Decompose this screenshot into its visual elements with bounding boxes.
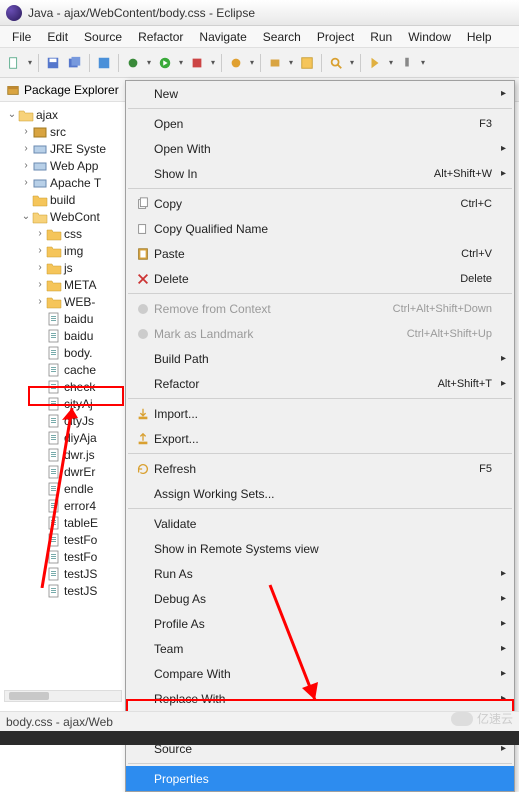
context-menu: New▸ OpenF3 Open With▸ Show InAlt+Shift+… [125,80,515,792]
menu-team[interactable]: Team▸ [126,636,514,661]
tree-file[interactable]: cityJs [6,412,125,429]
menu-project[interactable]: Project [309,28,362,46]
tree-file[interactable]: baidu [6,327,125,344]
statusbar: body.css - ajax/Web [0,711,519,731]
open-type-button[interactable] [297,53,317,73]
menu-open[interactable]: OpenF3 [126,111,514,136]
menu-file[interactable]: File [4,28,39,46]
menu-delete[interactable]: DeleteDelete [126,266,514,291]
menu-copy[interactable]: CopyCtrl+C [126,191,514,216]
tree-file[interactable]: error4 [6,497,125,514]
menu-navigate[interactable]: Navigate [191,28,254,46]
menu-show-remote[interactable]: Show in Remote Systems view [126,536,514,561]
menu-search[interactable]: Search [255,28,309,46]
tree-meta[interactable]: ›META [6,276,125,293]
debug-button[interactable] [123,53,143,73]
tree-file[interactable]: testFo [6,531,125,548]
tree-file[interactable]: diyAja [6,429,125,446]
explorer-title: Package Explorer [24,83,119,97]
menu-show-in[interactable]: Show InAlt+Shift+W▸ [126,161,514,186]
menu-export[interactable]: Export... [126,426,514,451]
package-explorer-tree[interactable]: ⌄ajax ›src ›JRE Syste ›Web App ›Apache T… [0,102,125,599]
tree-file[interactable]: tableE [6,514,125,531]
menu-help[interactable]: Help [459,28,500,46]
menu-compare[interactable]: Compare With▸ [126,661,514,686]
new-button[interactable] [4,53,24,73]
menu-refactor[interactable]: Refactor [130,28,191,46]
tree-webapp[interactable]: ›Web App [6,157,125,174]
menu-open-with[interactable]: Open With▸ [126,136,514,161]
menu-copy-qn[interactable]: Copy Qualified Name [126,216,514,241]
save-button[interactable] [43,53,63,73]
tree-file[interactable]: endle [6,480,125,497]
menu-mark-landmark: Mark as LandmarkCtrl+Alt+Shift+Up [126,321,514,346]
menubar: File Edit Source Refactor Navigate Searc… [0,26,519,48]
tree-file[interactable]: dwr.js [6,446,125,463]
tree-file[interactable]: cache [6,361,125,378]
toolbar: ▾ ▾ ▾ ▾ ▾ ▾ ▾ ▾ ▾ [0,48,519,78]
titlebar: Java - ajax/WebContent/body.css - Eclips… [0,0,519,26]
menu-import[interactable]: Import... [126,401,514,426]
tree-src[interactable]: ›src [6,123,125,140]
menu-paste[interactable]: PasteCtrl+V [126,241,514,266]
new-server-button[interactable] [226,53,246,73]
tree-file[interactable]: testFo [6,548,125,565]
menu-refresh[interactable]: RefreshF5 [126,456,514,481]
statusbar-text: body.css - ajax/Web [6,715,113,729]
menu-new[interactable]: New▸ [126,81,514,106]
menu-debug-as[interactable]: Debug As▸ [126,586,514,611]
menu-profile-as[interactable]: Profile As▸ [126,611,514,636]
ext-tools-button[interactable] [187,53,207,73]
menu-properties[interactable]: Properties [126,766,514,791]
pin-button[interactable] [397,53,417,73]
tree-js[interactable]: ›js [6,259,125,276]
tree-build[interactable]: build [6,191,125,208]
tree-apache[interactable]: ›Apache T [6,174,125,191]
taskbar-strip [0,731,519,745]
menu-assign-ws[interactable]: Assign Working Sets... [126,481,514,506]
search-button[interactable] [326,53,346,73]
perspective-button[interactable] [94,53,114,73]
window-title: Java - ajax/WebContent/body.css - Eclips… [28,6,255,20]
tree-project[interactable]: ⌄ajax [6,106,125,123]
tree-file[interactable]: baidu [6,310,125,327]
highlight-body-css [28,386,124,406]
menu-refactor[interactable]: RefactorAlt+Shift+T▸ [126,371,514,396]
watermark: 亿速云 [451,710,513,727]
run-button[interactable] [155,53,175,73]
menu-validate[interactable]: Validate [126,511,514,536]
menu-build-path[interactable]: Build Path▸ [126,346,514,371]
tree-file[interactable]: body. [6,344,125,361]
tree-css[interactable]: ›css [6,225,125,242]
menu-run-as[interactable]: Run As▸ [126,561,514,586]
annotation-button[interactable] [365,53,385,73]
tree-file[interactable]: testJS [6,582,125,599]
package-icon [6,83,20,97]
tree-web[interactable]: ›WEB- [6,293,125,310]
menu-remove-context: Remove from ContextCtrl+Alt+Shift+Down [126,296,514,321]
tree-jre[interactable]: ›JRE Syste [6,140,125,157]
menu-replace[interactable]: Replace With▸ [126,686,514,711]
menu-edit[interactable]: Edit [39,28,76,46]
tree-file[interactable]: dwrEr [6,463,125,480]
menu-run[interactable]: Run [362,28,400,46]
tree-img[interactable]: ›img [6,242,125,259]
save-all-button[interactable] [65,53,85,73]
package-button[interactable] [265,53,285,73]
tree-webcontent[interactable]: ⌄WebCont [6,208,125,225]
tree-hscrollbar[interactable] [4,690,122,702]
tree-file[interactable]: testJS [6,565,125,582]
menu-window[interactable]: Window [400,28,459,46]
eclipse-icon [6,5,22,21]
menu-source[interactable]: Source [76,28,130,46]
